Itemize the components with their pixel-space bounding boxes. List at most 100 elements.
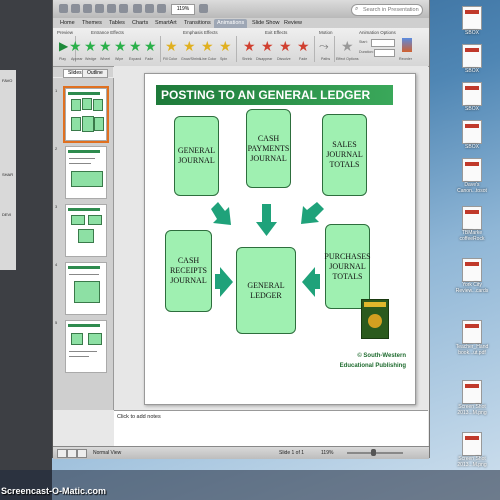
tab-themes[interactable]: Themes [79,19,105,28]
search-icon: ⌕ [355,6,359,12]
emphasis-grow-icon[interactable]: ★ [183,39,196,53]
exit-dissolve-icon[interactable]: ★ [279,39,292,53]
thumb-shape [71,99,81,111]
zoom-select[interactable]: 119% [171,4,195,15]
entrance-expand-icon[interactable]: ★ [129,39,142,53]
slide-thumbnail[interactable] [63,86,109,143]
desktop-file-icon[interactable] [462,432,482,456]
arrow-down-right [211,202,231,225]
undo-icon[interactable] [107,4,116,13]
arrow-down [256,204,277,236]
desktop-file-icon[interactable] [462,380,482,404]
tab-transitions[interactable]: Transitions [181,19,214,28]
entrance-wipe-label: Wipe [115,57,124,61]
tab-animations[interactable]: Animations [214,19,248,28]
slide-thumbnails-panel[interactable]: 1 2 3 4 5 [53,78,114,410]
slide-canvas: POSTING TO AN GENERAL LEDGER GENERAL JOU… [114,66,428,409]
group-motion-title: Motion [319,30,333,35]
slide-thumbnail[interactable] [65,262,107,315]
media-icon[interactable] [157,4,166,13]
accounting-book-image [361,299,389,339]
entrance-fade-icon[interactable]: ★ [144,39,157,53]
desktop-file-icon[interactable] [462,44,482,68]
desktop-file-icon[interactable] [462,120,482,144]
entrance-wedge-icon[interactable]: ★ [84,39,97,53]
current-slide[interactable]: POSTING TO AN GENERAL LEDGER GENERAL JOU… [144,73,416,405]
slide-show-icon[interactable] [77,449,87,458]
tab-charts[interactable]: Charts [129,19,151,28]
normal-view-icon[interactable] [57,449,67,458]
status-bar: Normal View Slide 1 of 1 119% [53,446,429,459]
zoom-slider-knob[interactable] [371,449,376,456]
new-icon[interactable] [59,4,68,13]
emphasis-fill-color-icon[interactable]: ★ [165,39,178,53]
emphasis-spin-icon[interactable]: ★ [219,39,232,53]
thumb-shape [71,117,81,131]
duration-field[interactable] [374,49,395,57]
file-stripe [465,384,479,388]
exit-disappear-icon[interactable]: ★ [261,39,274,53]
exit-fade-icon[interactable]: ★ [297,39,310,53]
effect-options-label: Effect Options [336,57,359,61]
exit-shrink-icon[interactable]: ★ [243,39,256,53]
start-select[interactable] [371,39,395,47]
tab-outline[interactable]: Outline [82,69,108,78]
entrance-wedge-label: Wedge [85,57,97,61]
slide-sorter-icon[interactable] [67,449,77,458]
desktop-file-label: SBOX [465,144,479,150]
file-stripe [465,124,479,128]
reorder-icon[interactable] [402,38,412,52]
desktop-file-icon[interactable] [462,158,482,182]
desktop-file-icon[interactable] [462,82,482,106]
save-icon[interactable] [83,4,92,13]
tab-tables[interactable]: Tables [106,19,128,28]
file-stripe [465,86,479,90]
slide-number: 2 [55,146,58,151]
effect-options-icon[interactable]: ★ [341,39,354,53]
slide-number: 1 [55,88,58,93]
entrance-appear-label: Appear [71,57,83,61]
desktop-file-icon[interactable] [462,320,482,344]
slide-thumbnail[interactable] [65,204,107,257]
credit-line-1: © South-Western [357,353,406,359]
tab-home[interactable]: Home [57,19,78,28]
tab-review[interactable]: Review [281,19,305,28]
redo-icon[interactable] [119,4,128,13]
gallery-icon[interactable] [133,4,142,13]
group-separator [236,36,237,62]
entrance-wipe-icon[interactable]: ★ [114,39,127,53]
file-stripe [465,10,479,14]
tab-smartart[interactable]: SmartArt [152,19,180,28]
slide-number: 4 [55,262,58,267]
notes-pane[interactable]: Click to add notes [114,410,428,447]
credit-line-2: Educational Publishing [339,363,406,369]
reorder-label: Reorder [399,57,412,61]
entrance-wheel-icon[interactable]: ★ [99,39,112,53]
desktop-file-icon[interactable] [462,6,482,30]
file-stripe [465,262,479,266]
entrance-wheel-label: Wheel [100,57,111,61]
print-icon[interactable] [95,4,104,13]
entrance-expand-label: Expand [129,57,142,61]
group-separator [314,36,315,62]
desktop-file-icon[interactable] [462,206,482,230]
desktop-file-icon[interactable] [462,258,482,282]
animations-ribbon: Preview ▶ Play Entrance Effects ★ ★ ★ ★ … [53,28,429,67]
open-icon[interactable] [71,4,80,13]
tab-slide-show[interactable]: Slide Show [249,19,283,28]
file-stripe [465,436,479,440]
emphasis-line-color-label: Line Color [200,57,217,61]
table-icon[interactable] [145,4,154,13]
play-icon[interactable]: ▶ [59,39,68,53]
slide-thumbnail[interactable] [65,146,107,199]
desktop-file-label: Screen Shot 2013...M.png [457,456,487,468]
motion-paths-icon[interactable]: ⤳ [319,39,329,53]
emphasis-line-color-icon[interactable]: ★ [201,39,214,53]
slide-thumbnail[interactable] [65,320,107,373]
search-input[interactable]: ⌕ Search in Presentation [351,4,423,16]
group-entrance-title: Entrance Effects [91,30,124,35]
help-icon[interactable] [199,4,208,13]
exit-fade-label: Fade [299,57,308,61]
exit-shrink-label: Shrink [242,57,253,61]
entrance-appear-icon[interactable]: ★ [69,39,82,53]
